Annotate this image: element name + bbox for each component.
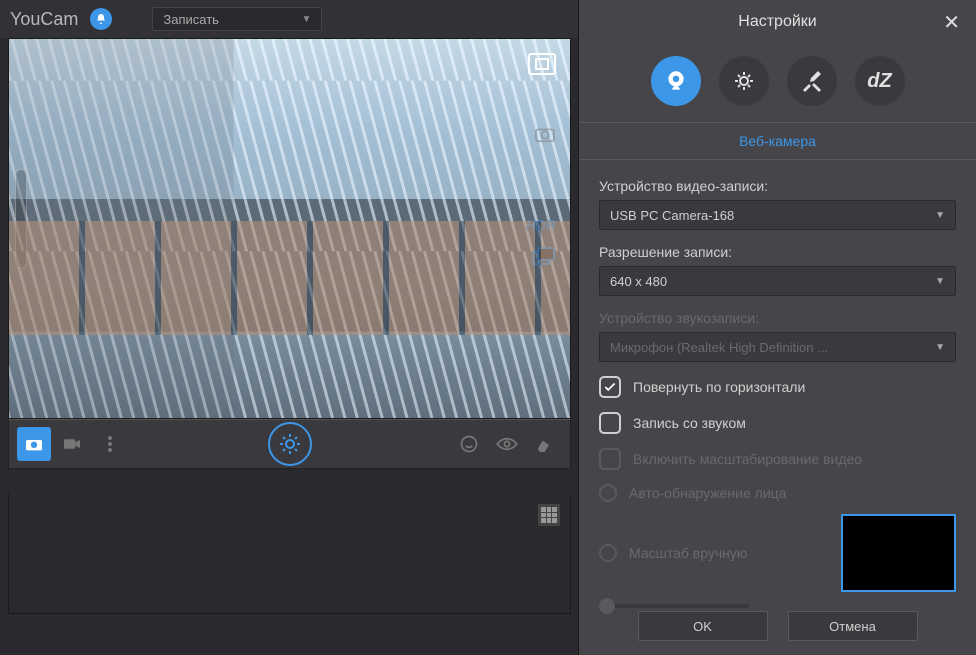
- enable-zoom-checkbox: [599, 448, 621, 470]
- chevron-down-icon: ▼: [301, 14, 311, 25]
- camera-overlay-icon[interactable]: [534, 125, 556, 143]
- camera-preview[interactable]: HDR: [8, 38, 571, 419]
- gallery-strip: [8, 494, 571, 614]
- auto-face-label: Авто-обнаружение лица: [629, 485, 786, 501]
- tab-webcam-icon[interactable]: [651, 56, 701, 106]
- dialog-buttons: OK Отмена: [579, 611, 976, 641]
- chevron-down-icon: ▼: [935, 276, 945, 287]
- close-icon[interactable]: ✕: [943, 10, 960, 35]
- settings-body: Устройство видео-записи: USB PC Camera-1…: [579, 160, 976, 626]
- record-mode-dropdown[interactable]: Записать ▼: [152, 7, 322, 31]
- effect-face-button[interactable]: [452, 427, 486, 461]
- flip-horizontal-checkbox[interactable]: [599, 376, 621, 398]
- record-audio-checkbox[interactable]: [599, 412, 621, 434]
- manual-zoom-radio: [599, 544, 617, 562]
- app-title: YouCam: [10, 9, 78, 30]
- settings-title: Настройки: [738, 13, 816, 31]
- settings-header: Настройки ✕: [579, 0, 976, 44]
- chevron-down-icon: ▼: [935, 210, 945, 221]
- effect-erase-button[interactable]: [528, 427, 562, 461]
- enable-zoom-label: Включить масштабирование видео: [633, 451, 862, 467]
- video-mode-button[interactable]: [55, 427, 89, 461]
- zoom-slider[interactable]: [15, 169, 27, 269]
- fullscreen-icon[interactable]: [528, 53, 556, 75]
- video-device-value: USB PC Camera-168: [610, 208, 734, 223]
- tab-dz-icon[interactable]: dZ: [855, 56, 905, 106]
- notification-bell-icon[interactable]: [90, 8, 112, 30]
- auto-face-row: Авто-обнаружение лица: [599, 484, 956, 502]
- photo-mode-button[interactable]: [17, 427, 51, 461]
- active-tab-label: Веб-камера: [739, 133, 816, 149]
- active-tab-label-row: Веб-камера: [579, 122, 976, 160]
- settings-panel: Настройки ✕ dZ Веб-камера Устройство вид…: [578, 0, 976, 655]
- manual-zoom-row: Масштаб вручную: [599, 514, 956, 592]
- chevron-down-icon: ▼: [935, 342, 945, 353]
- enable-zoom-row: Включить масштабирование видео: [599, 448, 956, 470]
- auto-face-radio: [599, 484, 617, 502]
- zoom-scale-slider: [599, 604, 749, 608]
- record-audio-label: Запись со звуком: [633, 415, 746, 431]
- audio-device-label: Устройство звукозаписи:: [599, 310, 956, 326]
- main-area: HDR: [8, 38, 571, 494]
- audio-device-select: Микрофон (Realtek High Definition ... ▼: [599, 332, 956, 362]
- cancel-button[interactable]: Отмена: [788, 611, 918, 641]
- resolution-label: Разрешение записи:: [599, 244, 956, 260]
- more-options-button[interactable]: [93, 427, 127, 461]
- zoom-preview-thumbnail: [841, 514, 956, 592]
- flip-horizontal-row[interactable]: Повернуть по горизонтали: [599, 376, 956, 398]
- ok-button[interactable]: OK: [638, 611, 768, 641]
- record-audio-row[interactable]: Запись со звуком: [599, 412, 956, 434]
- grid-view-icon[interactable]: [538, 504, 560, 526]
- video-device-label: Устройство видео-записи:: [599, 178, 956, 194]
- resolution-select[interactable]: 640 x 480 ▼: [599, 266, 956, 296]
- video-device-select[interactable]: USB PC Camera-168 ▼: [599, 200, 956, 230]
- tab-tools-icon[interactable]: [787, 56, 837, 106]
- hdr-badge[interactable]: HDR: [526, 217, 556, 233]
- effect-eye-button[interactable]: [490, 427, 524, 461]
- tab-capture-icon[interactable]: [719, 56, 769, 106]
- manual-zoom-label: Масштаб вручную: [629, 545, 747, 561]
- record-mode-label: Записать: [163, 12, 219, 27]
- capture-toolbar: [8, 419, 571, 469]
- resolution-value: 640 x 480: [610, 274, 667, 289]
- gallery-overlay-icon[interactable]: [532, 247, 556, 267]
- zoom-slider-row: [599, 604, 956, 608]
- audio-device-value: Микрофон (Realtek High Definition ...: [610, 340, 828, 355]
- flip-horizontal-label: Повернуть по горизонтали: [633, 379, 805, 395]
- capture-button[interactable]: [268, 422, 312, 466]
- settings-tabs: dZ: [579, 44, 976, 122]
